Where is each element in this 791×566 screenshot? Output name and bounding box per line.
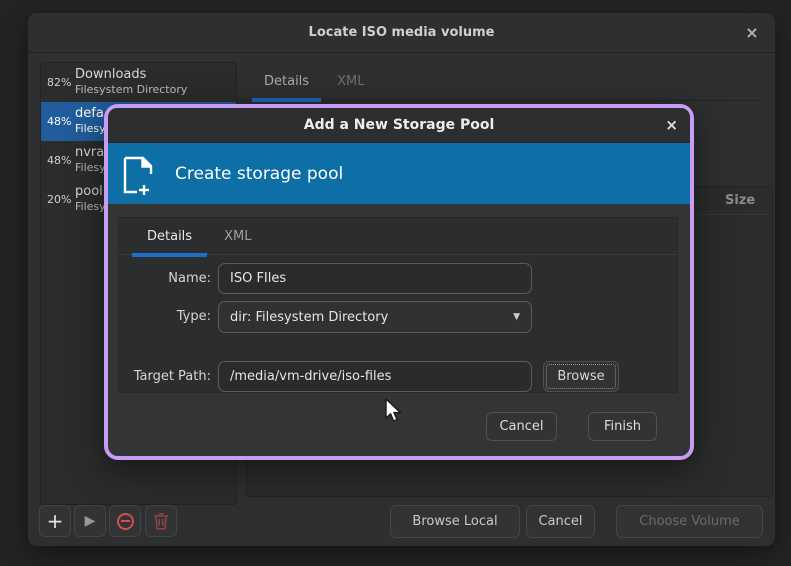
new-document-plus-icon [121, 152, 159, 196]
dialog-title: Add a New Storage Pool [304, 117, 495, 133]
tab-xml[interactable]: XML [323, 62, 378, 100]
pool-name: defa [75, 106, 106, 122]
cancel-label: Cancel [538, 514, 582, 529]
type-label: Type: [119, 309, 211, 324]
start-pool-button[interactable]: ▶ [74, 505, 106, 537]
delete-pool-button[interactable] [145, 505, 177, 537]
add-pool-button[interactable]: + [39, 505, 71, 537]
cancel-button[interactable]: Cancel [526, 505, 595, 538]
dialog-finish-label: Finish [604, 419, 641, 434]
window-titlebar: Locate ISO media volume × [28, 13, 775, 53]
trash-icon [153, 512, 169, 530]
dialog-finish-button[interactable]: Finish [588, 412, 657, 441]
dialog-cancel-label: Cancel [499, 419, 543, 434]
type-value: dir: Filesystem Directory [230, 310, 388, 325]
choose-volume-button[interactable]: Choose Volume [616, 505, 763, 538]
pool-type: Filesystem Directory [75, 83, 187, 97]
chevron-down-icon: ▼ [513, 312, 520, 322]
pool-tabstrip: Details XML [240, 62, 763, 101]
name-input[interactable]: ISO FIles [218, 263, 532, 294]
tab-details[interactable]: Details [250, 62, 323, 100]
browse-button[interactable]: Browse [543, 361, 619, 392]
name-value: ISO FIles [230, 271, 286, 286]
close-icon[interactable]: × [741, 22, 763, 44]
target-path-value: /media/vm-drive/iso-files [230, 369, 391, 384]
play-icon: ▶ [85, 514, 96, 528]
name-label: Name: [119, 271, 211, 286]
pool-usage-percent: 82% [41, 76, 75, 89]
banner-title: Create storage pool [175, 164, 343, 184]
pool-name: nvra [75, 145, 106, 161]
create-pool-banner: Create storage pool [108, 143, 690, 204]
choose-volume-label: Choose Volume [639, 514, 739, 529]
dialog-tabstrip: Details XML [119, 218, 677, 255]
pool-name: pool [75, 184, 106, 200]
dialog-tab-xml[interactable]: XML [208, 218, 267, 254]
pool-type: Filesy [75, 122, 106, 136]
dialog-tab-details[interactable]: Details [131, 218, 208, 254]
pool-row-downloads[interactable]: 82% Downloads Filesystem Directory [41, 63, 236, 102]
mouse-cursor [384, 398, 406, 424]
type-dropdown[interactable]: dir: Filesystem Directory ▼ [218, 301, 532, 333]
pool-usage-percent: 48% [41, 154, 75, 167]
pool-usage-percent: 48% [41, 115, 75, 128]
browse-local-label: Browse Local [412, 514, 497, 529]
target-path-label: Target Path: [119, 369, 211, 384]
dialog-close-icon[interactable]: × [665, 116, 678, 134]
pool-type: Filesy [75, 200, 106, 214]
stop-pool-button[interactable] [109, 505, 141, 537]
dialog-cancel-button[interactable]: Cancel [486, 412, 557, 441]
stop-icon [117, 513, 134, 530]
window-title: Locate ISO media volume [309, 25, 495, 40]
browse-label: Browse [557, 369, 604, 384]
target-path-input[interactable]: /media/vm-drive/iso-files [218, 361, 532, 392]
browse-local-button[interactable]: Browse Local [390, 505, 520, 538]
size-column-header[interactable]: Size [725, 193, 755, 208]
pool-name: Downloads [75, 67, 187, 83]
dialog-titlebar: Add a New Storage Pool × [108, 108, 690, 143]
pool-usage-percent: 20% [41, 193, 75, 206]
pool-type: Filesy [75, 161, 106, 175]
dialog-notebook: Details XML Name: ISO FIles Type: dir: F… [118, 217, 678, 393]
plus-icon: + [47, 511, 64, 531]
